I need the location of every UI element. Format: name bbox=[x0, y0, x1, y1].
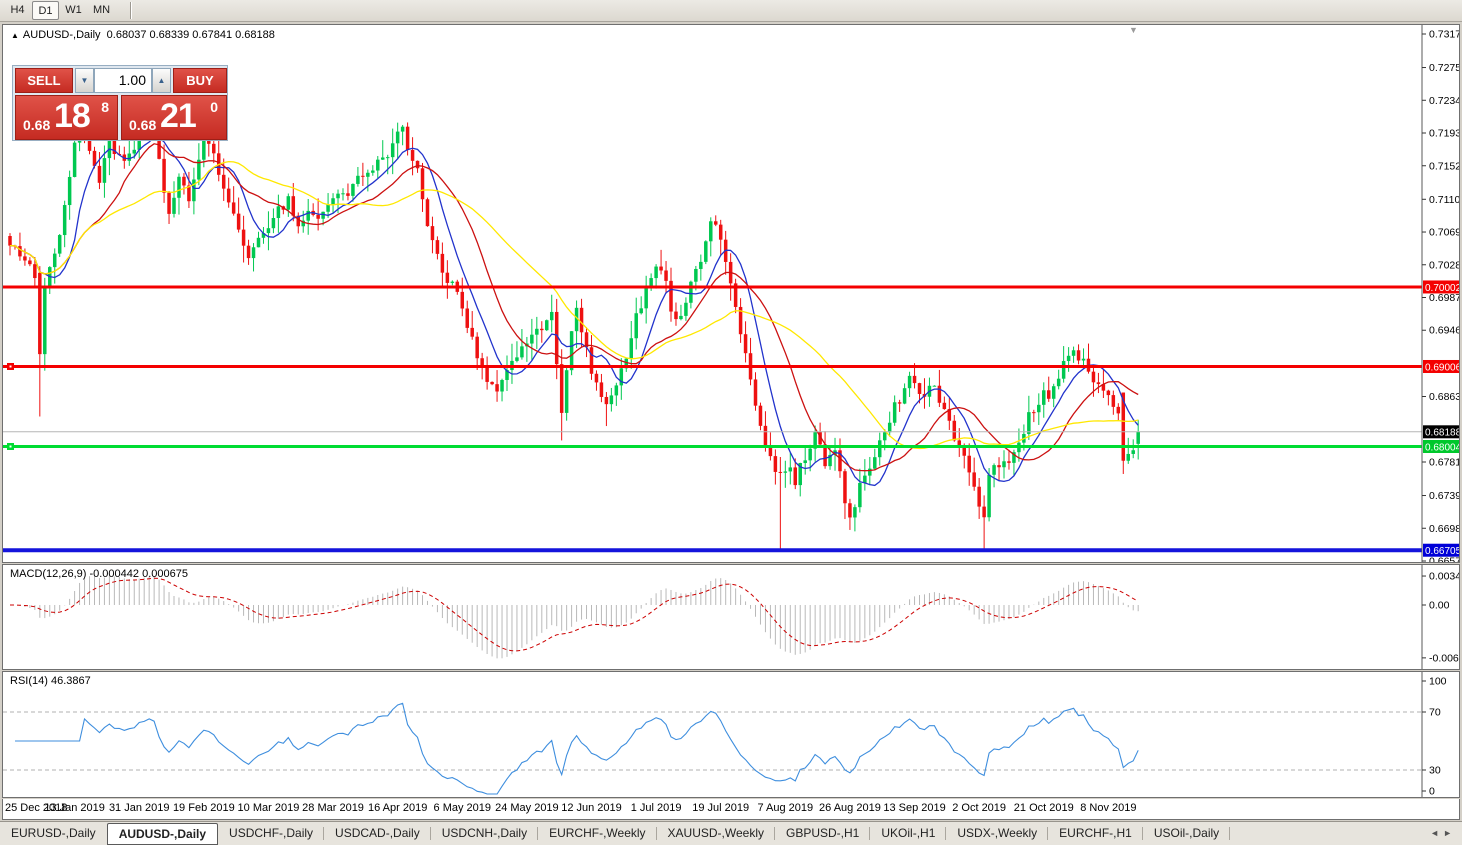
rsi-panel: 100 70 30 0 RSI(14) 46.3867 bbox=[2, 671, 1460, 798]
chart-symbol-label: AUDUSD-,Daily bbox=[22, 29, 101, 41]
date-tick-label: 13 Sep 2019 bbox=[883, 802, 946, 814]
chart-tab-usdx-weekly[interactable]: USDX-,Weekly bbox=[946, 824, 1049, 844]
sell-price-sup: 8 bbox=[101, 99, 109, 115]
buy-quote-button[interactable]: 0.68 21 0 bbox=[121, 95, 227, 140]
date-tick-label: 19 Feb 2019 bbox=[172, 802, 235, 814]
macd-plot[interactable]: 0.00349 0.00 -0.00637 bbox=[3, 565, 1459, 669]
price-chart-panel: 0.73170 0.72750 0.72340 0.71930 0.71520 0.711… bbox=[2, 24, 1460, 563]
tabs-left-icon[interactable]: ◄ bbox=[1430, 828, 1443, 838]
rsi-tick-label: 30 bbox=[1429, 765, 1441, 777]
terminal-window: H4 D1 W1 MN 0.73170 0.72750 0.72340 0.71930… bbox=[0, 0, 1462, 845]
one-click-trading-panel: SELL ▼ 1.00 ▲ BUY 0.68 18 8 0.68 21 0 bbox=[12, 65, 228, 141]
date-tick-label: 6 May 2019 bbox=[433, 802, 492, 814]
scroll-to-end-icon[interactable]: ▼ bbox=[1129, 25, 1138, 35]
sell-quote-button[interactable]: 0.68 18 8 bbox=[15, 95, 118, 140]
spin-up-icon: ▲ bbox=[157, 76, 166, 85]
timeframe-w1-button[interactable]: W1 bbox=[60, 1, 87, 20]
price-tick-label: 0.72750 bbox=[1429, 62, 1459, 74]
date-tick-label: 1 Jul 2019 bbox=[630, 802, 682, 814]
tab-scroll-arrows[interactable]: ◄► bbox=[1430, 828, 1456, 838]
date-tick-label: 10 Mar 2019 bbox=[237, 802, 300, 814]
price-tick-label: 0.67810 bbox=[1429, 456, 1459, 468]
volume-increase-button[interactable]: ▲ bbox=[152, 68, 171, 93]
volume-input[interactable]: 1.00 bbox=[94, 68, 152, 93]
chart-title: ▲ AUDUSD-,Daily 0.68037 0.68339 0.67841 0… bbox=[11, 29, 275, 41]
price-line-badge: 0.70002 bbox=[1425, 283, 1459, 294]
date-axis[interactable]: 25 Dec 2018 13 Jan 2019 31 Jan 2019 19 Feb … bbox=[2, 799, 1460, 820]
price-tick-label: 0.69870 bbox=[1429, 292, 1459, 304]
date-tick-label: 19 Jul 2019 bbox=[692, 802, 750, 814]
chart-tab-eurchf-weekly[interactable]: EURCHF-,Weekly bbox=[538, 824, 657, 844]
timeframe-mn-button[interactable]: MN bbox=[88, 1, 115, 20]
collapse-arrow-icon[interactable]: ▲ bbox=[11, 31, 19, 40]
date-tick-label: 16 Apr 2019 bbox=[367, 802, 428, 814]
price-tick-label: 0.70280 bbox=[1429, 259, 1459, 271]
date-tick-label: 26 Aug 2019 bbox=[819, 802, 881, 814]
chart-tab-gbpusd-h1[interactable]: GBPUSD-,H1 bbox=[775, 824, 871, 844]
date-tick-label: 2 Oct 2019 bbox=[952, 802, 1007, 814]
macd-label: MACD(12,26,9) -0.000442 0.000675 bbox=[10, 568, 188, 580]
rsi-label: RSI(14) 46.3867 bbox=[10, 675, 91, 687]
sell-price-big: 18 bbox=[54, 97, 91, 135]
rsi-tick-label: 100 bbox=[1429, 676, 1447, 688]
price-tick-label: 0.71100 bbox=[1429, 194, 1459, 206]
chart-tab-bar: EURUSD-,Daily AUDUSD-,Daily USDCHF-,Daily U… bbox=[0, 821, 1462, 845]
macd-panel: 0.00349 0.00 -0.00637 MACD(12,26,9) -0.000… bbox=[2, 564, 1460, 670]
chart-tab-usdcad-daily[interactable]: USDCAD-,Daily bbox=[324, 824, 431, 844]
price-tick-label: 0.67390 bbox=[1429, 490, 1459, 502]
price-tick-label: 0.71930 bbox=[1429, 128, 1459, 140]
toolbar-separator bbox=[130, 2, 131, 19]
price-line-badge: 0.66705 bbox=[1425, 546, 1459, 557]
timeframe-d1-button[interactable]: D1 bbox=[32, 1, 59, 20]
chart-tab-eurchf-h1[interactable]: EURCHF-,H1 bbox=[1048, 824, 1143, 844]
buy-price-sup: 0 bbox=[210, 99, 218, 115]
chart-tab-ukoil-h1[interactable]: UKOil-,H1 bbox=[870, 824, 947, 844]
price-tick-label: 0.71520 bbox=[1429, 160, 1459, 172]
macd-tick-label: -0.00637 bbox=[1429, 652, 1459, 664]
price-tick-label: 0.69460 bbox=[1429, 325, 1459, 337]
tabs-right-icon[interactable]: ► bbox=[1443, 828, 1456, 838]
buy-price-prefix: 0.68 bbox=[129, 117, 157, 133]
date-tick-label: 28 Mar 2019 bbox=[302, 802, 364, 814]
date-tick-label: 12 Jun 2019 bbox=[561, 802, 622, 814]
chart-tab-eurusd-daily[interactable]: EURUSD-,Daily bbox=[0, 824, 107, 844]
rsi-tick-label: 70 bbox=[1429, 707, 1441, 719]
price-line-badge: 0.68004 bbox=[1425, 442, 1459, 453]
buy-button[interactable]: BUY bbox=[173, 68, 227, 93]
buy-price-big: 21 bbox=[160, 97, 197, 135]
rsi-plot[interactable]: 100 70 30 0 bbox=[3, 672, 1459, 797]
date-tick-label: 13 Jan 2019 bbox=[44, 802, 105, 814]
macd-tick-label: 0.00349 bbox=[1429, 571, 1459, 583]
timeframe-toolbar: H4 D1 W1 MN bbox=[0, 0, 1462, 22]
price-tick-label: 0.70690 bbox=[1429, 227, 1459, 239]
date-tick-label: 24 May 2019 bbox=[495, 802, 559, 814]
timeframe-h4-button[interactable]: H4 bbox=[4, 1, 31, 20]
tab-separator bbox=[1229, 827, 1231, 840]
chart-tab-audusd-daily[interactable]: AUDUSD-,Daily bbox=[106, 823, 219, 845]
price-tick-label: 0.72340 bbox=[1429, 95, 1459, 107]
price-line-badge: 0.69006 bbox=[1425, 362, 1459, 373]
chart-tab-usdchf-daily[interactable]: USDCHF-,Daily bbox=[218, 824, 325, 844]
date-tick-label: 8 Nov 2019 bbox=[1080, 802, 1137, 814]
macd-tick-label: 0.00 bbox=[1429, 600, 1450, 612]
chart-tab-usdcnh-daily[interactable]: USDCNH-,Daily bbox=[431, 824, 539, 844]
date-tick-label: 7 Aug 2019 bbox=[757, 802, 814, 814]
price-tick-label: 0.73170 bbox=[1429, 29, 1459, 41]
sell-button[interactable]: SELL bbox=[15, 68, 73, 93]
date-tick-label: 31 Jan 2019 bbox=[108, 802, 170, 814]
price-tick-label: 0.68630 bbox=[1429, 391, 1459, 403]
chart-tab-usoil-daily[interactable]: USOil-,Daily bbox=[1143, 824, 1231, 844]
price-line-badge: 0.68188 bbox=[1425, 428, 1459, 439]
volume-decrease-button[interactable]: ▼ bbox=[75, 68, 94, 93]
spin-down-icon: ▼ bbox=[80, 76, 89, 85]
date-tick-label: 21 Oct 2019 bbox=[1013, 802, 1074, 814]
rsi-tick-label: 0 bbox=[1429, 786, 1435, 798]
chart-ohlc-values: 0.68037 0.68339 0.67841 0.68188 bbox=[106, 29, 275, 41]
chart-tab-xauusd-weekly[interactable]: XAUUSD-,Weekly bbox=[657, 824, 775, 844]
price-tick-label: 0.66980 bbox=[1429, 523, 1459, 535]
sell-price-prefix: 0.68 bbox=[23, 117, 51, 133]
